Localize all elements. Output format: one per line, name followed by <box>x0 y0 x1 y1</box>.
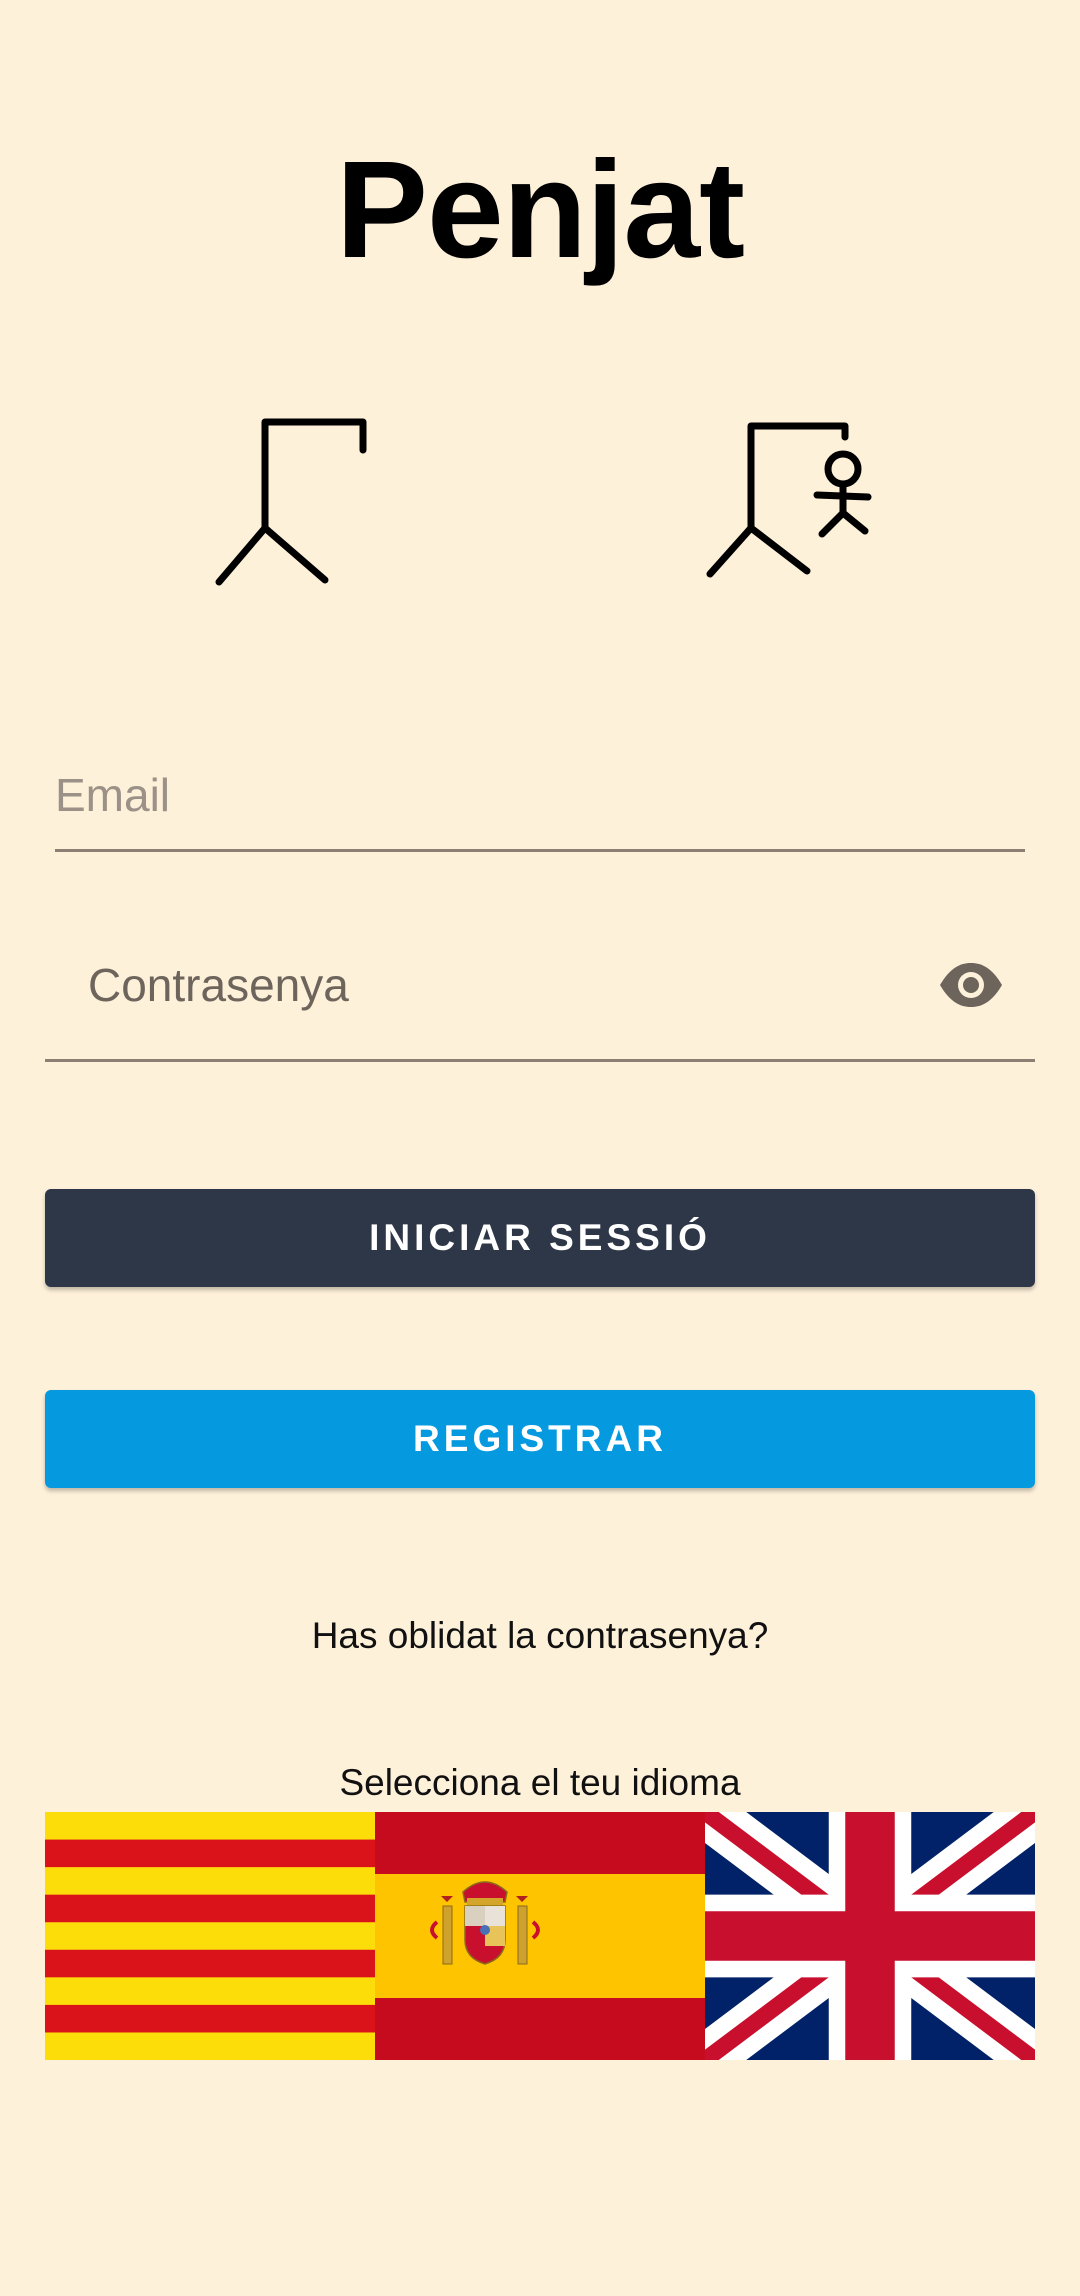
login-button[interactable]: INICIAR SESSIÓ <box>45 1189 1035 1287</box>
spanish-flag-icon <box>375 1812 705 2060</box>
uk-flag-icon <box>705 1812 1035 2060</box>
catalan-flag-button[interactable] <box>45 1812 375 2060</box>
login-screen: Penjat INICIAR SESS <box>0 0 1080 2296</box>
hanged-man-icon <box>706 422 872 578</box>
eye-icon[interactable] <box>938 960 1004 1010</box>
email-field[interactable] <box>55 740 1025 852</box>
uk-flag-button[interactable] <box>705 1812 1035 2060</box>
app-title: Penjat <box>335 133 745 287</box>
empty-gallows-icon <box>215 418 367 586</box>
forgot-password-link[interactable]: Has oblidat la contrasenya? <box>0 1615 1080 1657</box>
spanish-flag-button[interactable] <box>375 1812 705 2060</box>
register-button[interactable]: REGISTRAR <box>45 1390 1035 1488</box>
catalan-flag-icon <box>45 1812 375 2060</box>
language-label: Selecciona el teu idioma <box>339 1762 741 1803</box>
password-field[interactable] <box>45 920 1035 1062</box>
email-input[interactable] <box>55 760 1025 830</box>
password-input[interactable] <box>88 950 938 1020</box>
